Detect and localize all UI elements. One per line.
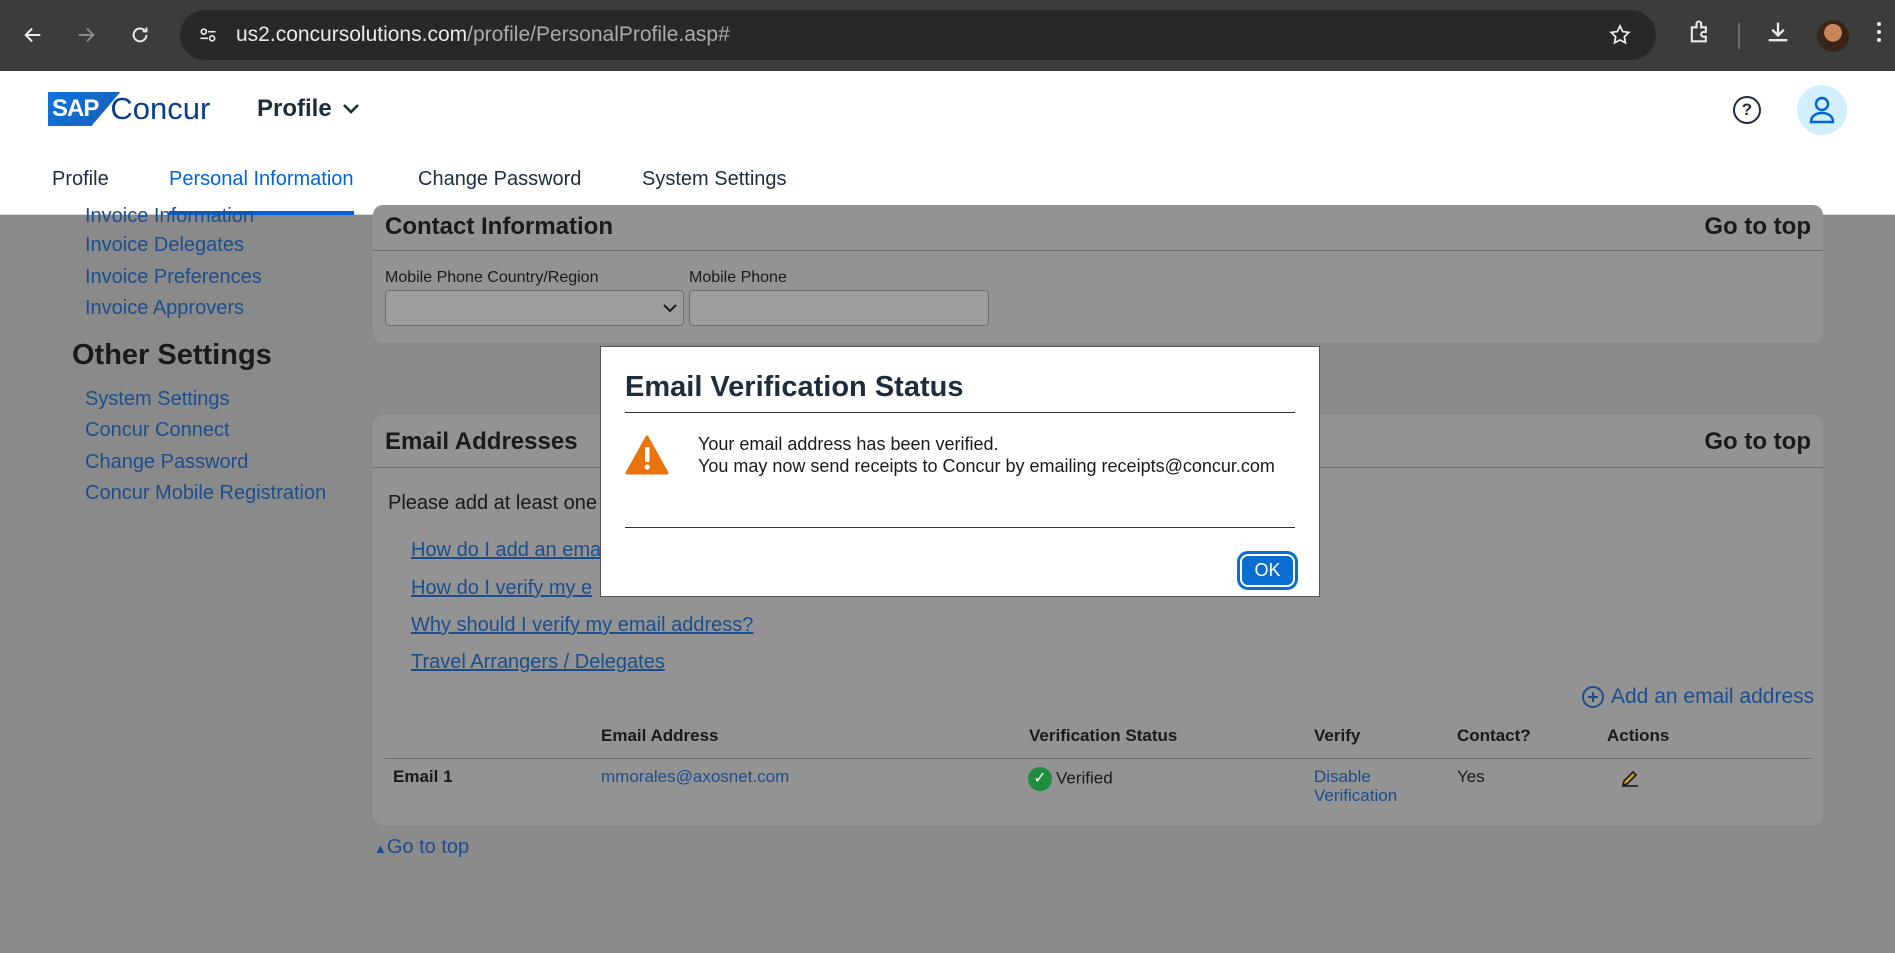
email-verification-dialog: Email Verification Status Your email add… bbox=[600, 346, 1320, 597]
disable-verification-line2: Verification bbox=[1314, 786, 1398, 805]
sidebar-item-concur-connect[interactable]: Concur Connect bbox=[85, 419, 230, 442]
address-bar[interactable]: us2.concursolutions.com/profile/Personal… bbox=[180, 10, 1656, 60]
verified-check-icon: ✓ bbox=[1028, 767, 1052, 791]
column-header-verify: Verify bbox=[1314, 726, 1361, 745]
panel-divider bbox=[373, 250, 1823, 251]
user-account-button[interactable] bbox=[1797, 85, 1847, 135]
email-row-address[interactable]: mmorales@axosnet.com bbox=[601, 767, 789, 787]
ok-button[interactable]: OK bbox=[1237, 551, 1298, 590]
sidebar-item-invoice-delegates[interactable]: Invoice Delegates bbox=[85, 234, 244, 257]
reload-icon[interactable] bbox=[123, 18, 157, 52]
url-path: /profile/PersonalProfile.asp# bbox=[467, 23, 730, 46]
edit-pencil-icon[interactable] bbox=[1620, 768, 1640, 793]
forward-icon[interactable] bbox=[69, 18, 103, 52]
mobile-phone-label: Mobile Phone bbox=[689, 269, 787, 286]
dialog-title: Email Verification Status bbox=[625, 371, 964, 403]
column-header-contact: Contact? bbox=[1457, 726, 1531, 745]
help-link-why-verify[interactable]: Why should I verify my email address? bbox=[411, 614, 753, 637]
triangle-up-icon: ▲ bbox=[374, 841, 387, 856]
contact-information-panel: Contact Information Go to top Mobile Pho… bbox=[373, 205, 1823, 343]
extensions-icon[interactable] bbox=[1686, 18, 1714, 51]
sidebar-heading-other-settings: Other Settings bbox=[72, 339, 272, 371]
plus-circle-icon bbox=[1582, 686, 1604, 708]
dialog-footer-divider bbox=[625, 527, 1295, 528]
mobile-phone-input[interactable] bbox=[689, 290, 989, 326]
disable-verification-line1: Disable bbox=[1314, 767, 1371, 786]
download-icon[interactable] bbox=[1764, 18, 1792, 51]
email-row-status: ✓ Verified bbox=[1028, 767, 1113, 791]
browser-toolbar: us2.concursolutions.com/profile/Personal… bbox=[0, 0, 1895, 71]
back-icon[interactable] bbox=[16, 18, 50, 52]
email-row-contact: Yes bbox=[1457, 767, 1485, 786]
contact-go-to-top-link[interactable]: Go to top bbox=[1704, 213, 1811, 241]
bottom-go-to-top-label: Go to top bbox=[386, 836, 470, 858]
profile-menu-label: Profile bbox=[257, 95, 332, 122]
sidebar-item-concur-mobile-registration[interactable]: Concur Mobile Registration bbox=[85, 482, 326, 505]
email-addresses-title: Email Addresses bbox=[385, 428, 578, 455]
email-row-name: Email 1 bbox=[393, 767, 453, 786]
help-link-verify-email[interactable]: How do I verify my e bbox=[411, 577, 592, 600]
column-header-verification-status: Verification Status bbox=[1029, 726, 1178, 745]
chevron-down-icon bbox=[342, 104, 359, 114]
help-link-add-email[interactable]: How do I add an ema bbox=[411, 539, 601, 562]
sidebar-item-system-settings[interactable]: System Settings bbox=[85, 388, 230, 411]
user-icon bbox=[1809, 96, 1835, 124]
profile-menu-button[interactable]: Profile bbox=[257, 95, 360, 123]
help-link-travel-arrangers[interactable]: Travel Arrangers / Delegates bbox=[411, 651, 665, 674]
bottom-go-to-top-link[interactable]: ▲Go to top bbox=[374, 836, 469, 859]
sidebar-item-invoice-preferences[interactable]: Invoice Preferences bbox=[85, 266, 262, 289]
column-header-email-address: Email Address bbox=[601, 726, 719, 745]
contact-information-title: Contact Information bbox=[385, 213, 613, 240]
dialog-title-divider bbox=[625, 412, 1295, 413]
disable-verification-link[interactable]: Disable Verification bbox=[1314, 767, 1397, 805]
url-text: us2.concursolutions.com/profile/Personal… bbox=[236, 23, 730, 47]
app-header: SAP Concur Profile ? Profile Personal In… bbox=[0, 71, 1895, 215]
concur-logo[interactable]: SAP Concur bbox=[48, 91, 210, 127]
sidebar-item-change-password[interactable]: Change Password bbox=[85, 451, 248, 474]
concur-logo-text: Concur bbox=[110, 91, 211, 126]
table-header-divider bbox=[385, 758, 1812, 759]
email-intro-text: Please add at least one bbox=[388, 492, 598, 514]
warning-icon bbox=[625, 435, 669, 480]
email-go-to-top-link[interactable]: Go to top bbox=[1704, 428, 1811, 456]
add-email-button[interactable]: Add an email address bbox=[1581, 685, 1814, 709]
dialog-message-line1: Your email address has been verified. bbox=[698, 434, 999, 454]
column-header-actions: Actions bbox=[1607, 726, 1670, 745]
bookmark-star-icon[interactable] bbox=[1608, 23, 1632, 52]
sidebar-item-invoice-information[interactable]: Invoice Information bbox=[85, 205, 254, 228]
chevron-down-icon bbox=[663, 304, 677, 313]
sidebar-item-invoice-approvers[interactable]: Invoice Approvers bbox=[85, 297, 244, 320]
browser-menu-icon[interactable] bbox=[1875, 18, 1883, 51]
help-icon[interactable]: ? bbox=[1733, 96, 1761, 124]
add-email-label: Add an email address bbox=[1611, 685, 1815, 708]
site-info-icon[interactable] bbox=[198, 25, 218, 50]
mobile-country-select[interactable] bbox=[385, 290, 684, 326]
dialog-message-line2: You may now send receipts to Concur by e… bbox=[698, 456, 1275, 476]
url-host: us2.concursolutions.com bbox=[236, 23, 468, 46]
email-row-status-label: Verified bbox=[1056, 768, 1113, 788]
mobile-country-label: Mobile Phone Country/Region bbox=[385, 269, 599, 286]
browser-profile-avatar[interactable] bbox=[1817, 20, 1849, 52]
toolbar-divider bbox=[1738, 23, 1740, 49]
